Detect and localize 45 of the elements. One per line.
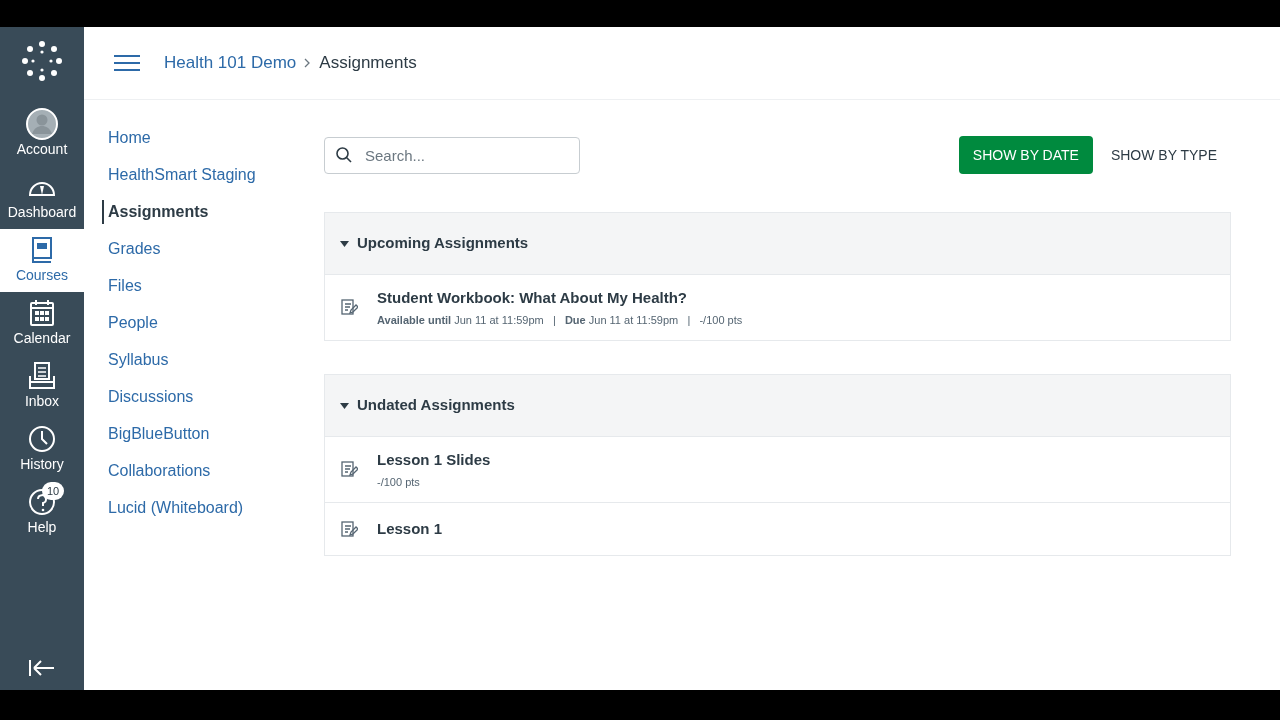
search-field[interactable]: Search... [324, 136, 580, 174]
assignment-icon [341, 299, 358, 316]
clock-icon [26, 423, 58, 455]
course-nav-link[interactable]: People [108, 311, 158, 335]
inbox-tray-icon [26, 360, 58, 392]
global-nav-item[interactable]: Inbox [0, 355, 84, 418]
assignment-title[interactable]: Lesson 1 Slides [377, 449, 491, 472]
caret-down-icon [340, 240, 349, 247]
course-nav-link[interactable]: Discussions [108, 385, 194, 409]
avatar-icon [26, 108, 58, 140]
course-nav-link[interactable]: Collaborations [108, 459, 211, 483]
group-header[interactable]: Upcoming Assignments [325, 213, 1230, 274]
question-icon [26, 486, 58, 518]
global-nav-item[interactable]: Dashboard [0, 166, 84, 229]
course-nav-link[interactable]: Syllabus [108, 348, 169, 372]
chevron-icon [304, 58, 312, 68]
notification-badge: 10 [42, 482, 65, 500]
global-nav-item[interactable]: Courses [0, 229, 84, 292]
menu-icon[interactable] [114, 53, 140, 73]
group-header[interactable]: Undated Assignments [325, 375, 1230, 436]
collapse-icon[interactable] [28, 658, 56, 678]
search-icon [336, 146, 352, 163]
global-nav-item[interactable]: Account [0, 103, 84, 166]
course-nav-link[interactable]: Files [108, 274, 142, 298]
assignment-icon [341, 461, 358, 478]
breadcrumb-link[interactable]: Health 101 Demo [164, 50, 297, 76]
assignment-title[interactable]: Student Workbook: What About My Health? [377, 287, 687, 310]
course-nav-link[interactable]: Lucid (Whiteboard) [108, 496, 244, 520]
course-nav-link[interactable]: Home [108, 126, 151, 150]
assignment-details: Available until Jun 11 at 11:59pm | Due Jun 11 at 11:59pm | -/100 pts [377, 312, 743, 328]
breadcrumb-current: Assignments [319, 52, 417, 75]
assignment-title[interactable]: Lesson 1 [377, 517, 443, 541]
assignment-details: -/100 pts [377, 474, 421, 490]
global-nav-item[interactable]: History [0, 418, 84, 481]
course-nav-link[interactable]: BigBlueButton [108, 422, 210, 446]
global-nav-item[interactable]: 10 Help [0, 481, 84, 544]
course-nav-link[interactable]: HealthSmart Staging [108, 163, 256, 187]
assignment-icon [341, 520, 358, 538]
caret-down-icon [340, 402, 349, 409]
view-toggle-button[interactable]: SHOW BY DATE [958, 136, 1093, 174]
logo-icon[interactable] [20, 39, 64, 83]
view-toggle-button[interactable]: SHOW BY TYPE [1096, 136, 1231, 174]
course-nav-link[interactable]: Assignments [102, 200, 209, 224]
global-nav-item[interactable]: Calendar [0, 292, 84, 355]
course-nav-link[interactable]: Grades [108, 237, 161, 261]
